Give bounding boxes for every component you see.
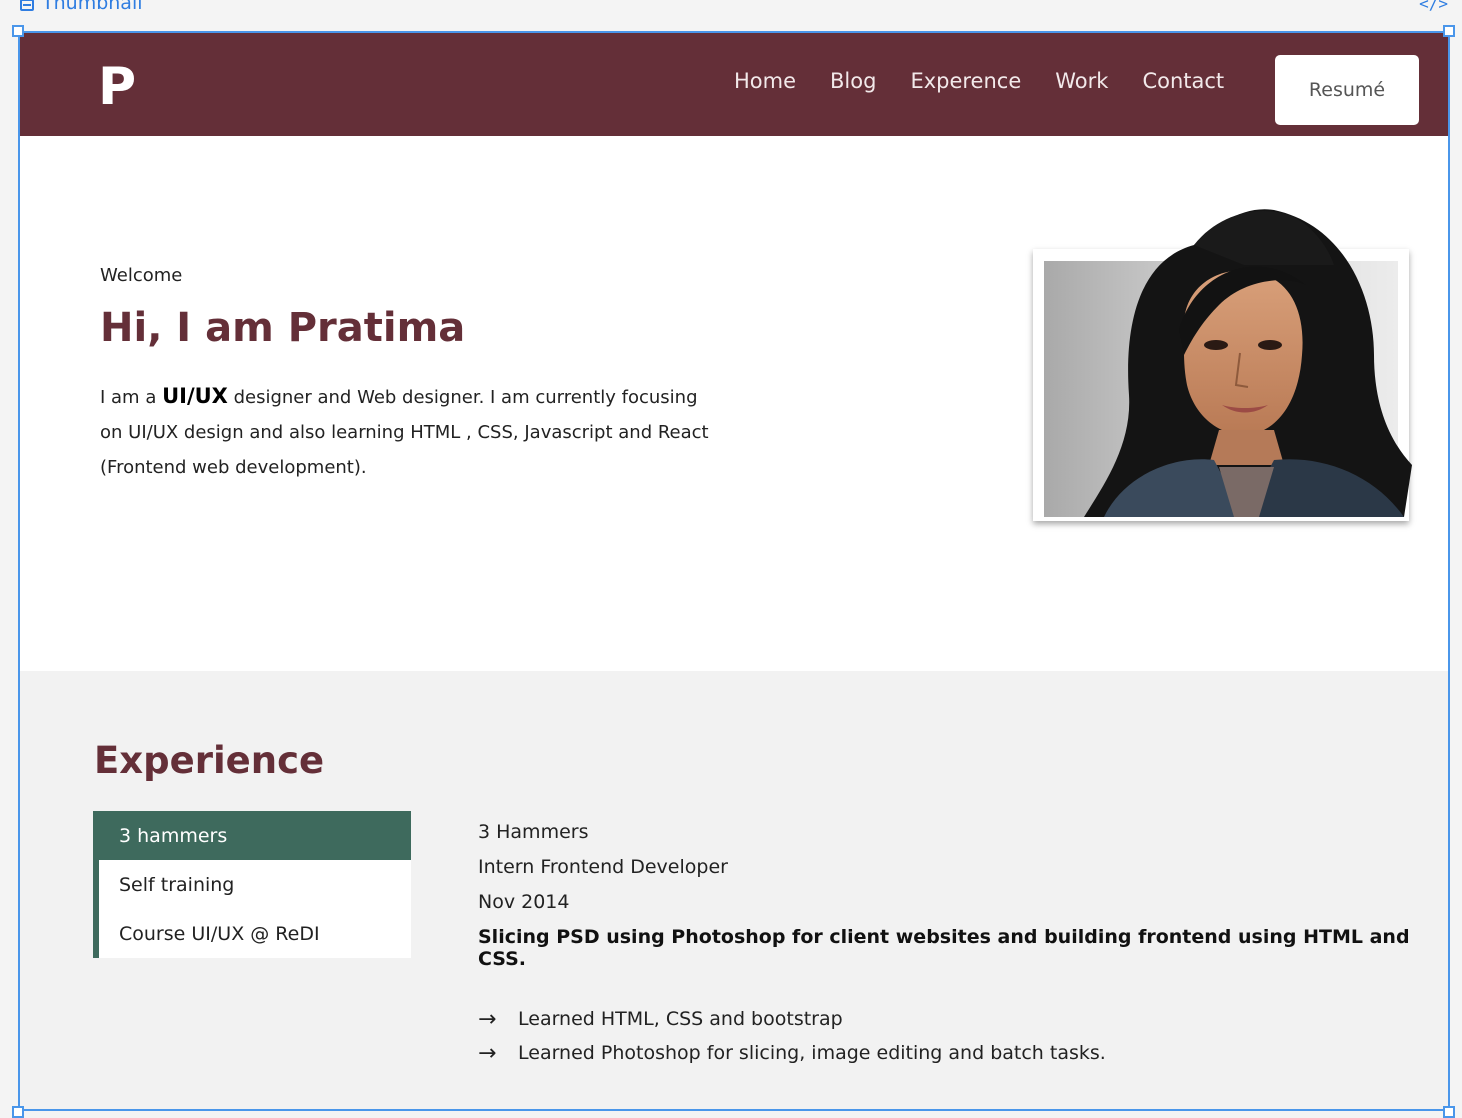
nav-links: Home Blog Experence Work Contact (734, 69, 1224, 93)
experience-title: Experience (94, 739, 325, 782)
arrow-right-icon: → (478, 1006, 497, 1032)
artboard-frame[interactable]: P Home Blog Experence Work Contact Resum… (18, 31, 1450, 1111)
detail-bullets: → Learned HTML, CSS and bootstrap → Lear… (478, 1002, 1448, 1070)
detail-date: Nov 2014 (478, 891, 570, 913)
resume-button[interactable]: Resumé (1275, 55, 1419, 125)
resize-handle-top-left[interactable] (12, 25, 24, 37)
nav-link-contact[interactable]: Contact (1142, 69, 1224, 93)
logo[interactable]: P (98, 61, 136, 113)
nav-link-home[interactable]: Home (734, 69, 796, 93)
bullet-text: Learned HTML, CSS and bootstrap (518, 1008, 843, 1030)
hero-intro: I am a UI/UX designer and Web designer. … (100, 379, 720, 485)
detail-company: 3 Hammers (478, 821, 589, 843)
tab-self-training[interactable]: Self training (99, 860, 411, 909)
frame-label-text: Thumbnail (42, 0, 143, 14)
experience-detail: 3 Hammers Intern Frontend Developer Nov … (478, 817, 1448, 1070)
navbar: P Home Blog Experence Work Contact Resum… (20, 33, 1448, 136)
detail-role: Intern Frontend Developer (478, 856, 728, 878)
resize-handle-bottom-right[interactable] (1443, 1106, 1455, 1118)
welcome-text: Welcome (100, 265, 183, 286)
frame-icon (20, 0, 34, 11)
list-item: → Learned HTML, CSS and bootstrap (478, 1002, 1448, 1036)
experience-tabs: 3 hammers Self training Course UI/UX @ R… (93, 811, 411, 958)
profile-photo-frame (1033, 209, 1412, 521)
resize-handle-bottom-left[interactable] (12, 1106, 24, 1118)
bullet-text: Learned Photoshop for slicing, image edi… (518, 1042, 1106, 1064)
list-item: → Learned Photoshop for slicing, image e… (478, 1036, 1448, 1070)
arrow-right-icon: → (478, 1040, 497, 1066)
resize-handle-top-right[interactable] (1443, 25, 1455, 37)
experience-section: Experience 3 hammers Self training Cours… (20, 671, 1448, 1109)
profile-photo (1044, 209, 1412, 518)
detail-summary: Slicing PSD using Photoshop for client w… (478, 926, 1410, 970)
nav-link-blog[interactable]: Blog (830, 69, 876, 93)
nav-link-work[interactable]: Work (1055, 69, 1108, 93)
intro-pre: I am a (100, 387, 163, 408)
hero-title: Hi, I am Pratima (100, 305, 466, 351)
frame-label[interactable]: Thumbnail (20, 0, 143, 14)
tab-3-hammers[interactable]: 3 hammers (93, 811, 411, 860)
profile-photo-illustration (1044, 209, 1412, 518)
nav-link-experience[interactable]: Experence (910, 69, 1021, 93)
intro-bold: UI/UX (162, 384, 228, 408)
tab-course-redi[interactable]: Course UI/UX @ ReDI (99, 909, 411, 958)
code-icon[interactable]: </> (1419, 0, 1448, 13)
